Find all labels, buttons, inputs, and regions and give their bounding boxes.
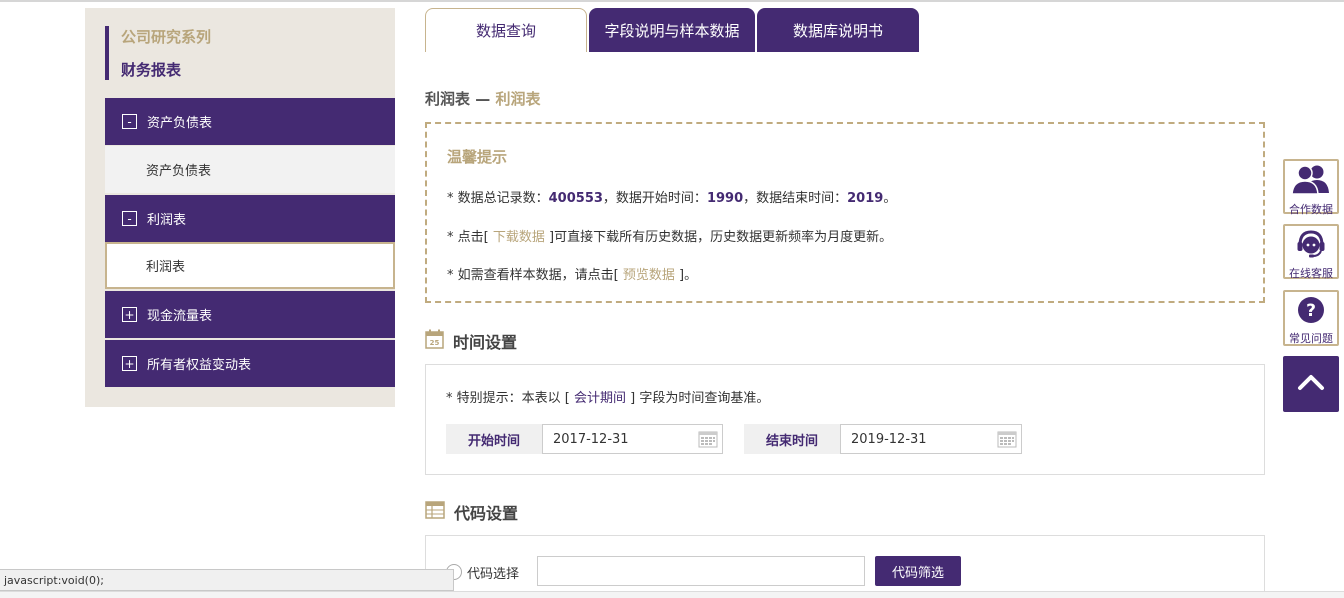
top-border [0,0,1344,2]
calendar-picker-icon[interactable] [997,431,1017,452]
menu-category-label: 现金流量表 [147,309,213,324]
menu-category-label: 利润表 [147,213,187,228]
calendar-icon: 25 [425,329,444,353]
partners-button[interactable]: 合作数据 [1283,159,1339,216]
code-settings-heading: 代码设置 [425,500,518,524]
end-time-label: 结束时间 [744,424,840,454]
preview-data-link[interactable]: 预览数据 [623,268,675,283]
sidebar-header: 公司研究系列 财务报表 [105,26,385,80]
time-field-name: 会计期间 [573,391,626,406]
back-to-top-button[interactable] [1283,356,1339,412]
code-filter-button[interactable]: 代码筛选 [875,556,961,586]
tip-download: * 点击[ 下载数据 ]可直接下载所有历史数据，历史数据更新频率为月度更新。 [447,230,893,245]
sidebar-title: 公司研究系列 [121,28,212,46]
tip-preview: * 如需查看样本数据，请点击[ 预览数据 ]。 [447,268,698,283]
menu-category-label: 资产负债表 [147,116,213,131]
menu-item-income-statement[interactable]: 利润表 [105,242,395,289]
menu-category-equity-changes[interactable]: + 所有者权益变动表 [105,340,395,387]
expand-icon[interactable]: + [122,356,137,371]
headset-icon [1295,229,1327,263]
start-time-label: 开始时间 [446,424,542,454]
tips-box: 温馨提示 * 数据总记录数：400553，数据开始时间：1990，数据结束时间：… [425,122,1265,303]
collapse-icon[interactable]: - [122,114,137,129]
code-input[interactable] [537,556,865,586]
online-service-label: 在线客服 [1289,267,1333,280]
sidebar: 公司研究系列 财务报表 - 资产负债表 资产负债表 - 利润表 利润表 + 现金… [85,8,395,407]
question-icon: ? [1297,296,1325,328]
expand-icon[interactable]: + [122,307,137,322]
breadcrumb: 利润表 — 利润表 [425,88,540,109]
calendar-picker-icon[interactable] [698,431,718,452]
table-icon [425,501,445,523]
partners-label: 合作数据 [1289,203,1333,216]
tips-title: 温馨提示 [447,148,508,166]
time-settings-heading: 25 时间设置 [425,329,517,353]
faq-button[interactable]: ? 常见问题 [1283,290,1339,346]
faq-label: 常见问题 [1289,332,1333,345]
code-select-label: 代码选择 [467,567,520,582]
partners-icon [1289,163,1333,199]
record-count: 400553 [548,191,603,206]
end-date-field[interactable]: 2019-12-31 [840,424,1022,454]
code-settings-panel: 代码选择 代码筛选 [425,535,1265,598]
end-year: 2019 [847,191,884,206]
sidebar-subtitle: 财务报表 [121,61,182,79]
menu-category-balance-sheet[interactable]: - 资产负债表 [105,98,395,145]
menu-item-balance-sheet[interactable]: 资产负债表 [105,146,395,193]
collapse-icon[interactable]: - [122,211,137,226]
time-note: * 特别提示：本表以 [ 会计期间 ] 字段为时间查询基准。 [446,391,770,406]
svg-text:?: ? [1306,301,1316,321]
bottom-scroll-area [0,591,1344,598]
time-settings-panel: * 特别提示：本表以 [ 会计期间 ] 字段为时间查询基准。 开始时间 2017… [425,364,1265,475]
svg-text:25: 25 [430,339,440,347]
time-settings-title: 时间设置 [453,333,518,352]
menu-category-income-statement[interactable]: - 利润表 [105,195,395,242]
tab-field-description[interactable]: 字段说明与样本数据 [589,8,755,52]
online-service-button[interactable]: 在线客服 [1283,224,1339,280]
tip-record-info: * 数据总记录数：400553，数据开始时间：1990，数据结束时间：2019。 [447,191,897,206]
tab-database-manual[interactable]: 数据库说明书 [757,8,919,52]
start-date-field[interactable]: 2017-12-31 [542,424,723,454]
download-data-link[interactable]: 下载数据 [493,230,545,245]
breadcrumb-parent: 利润表 — [425,90,491,108]
start-date-value: 2017-12-31 [553,431,629,447]
menu-category-cash-flow[interactable]: + 现金流量表 [105,291,395,338]
browser-status-bar: javascript:void(0); [0,569,454,591]
tab-data-query[interactable]: 数据查询 [425,8,587,52]
start-year: 1990 [706,191,744,206]
menu-category-label: 所有者权益变动表 [147,358,252,373]
breadcrumb-current: 利润表 [495,90,541,108]
chevron-up-icon [1297,373,1325,395]
code-settings-title: 代码设置 [454,504,519,523]
end-date-value: 2019-12-31 [851,431,927,447]
